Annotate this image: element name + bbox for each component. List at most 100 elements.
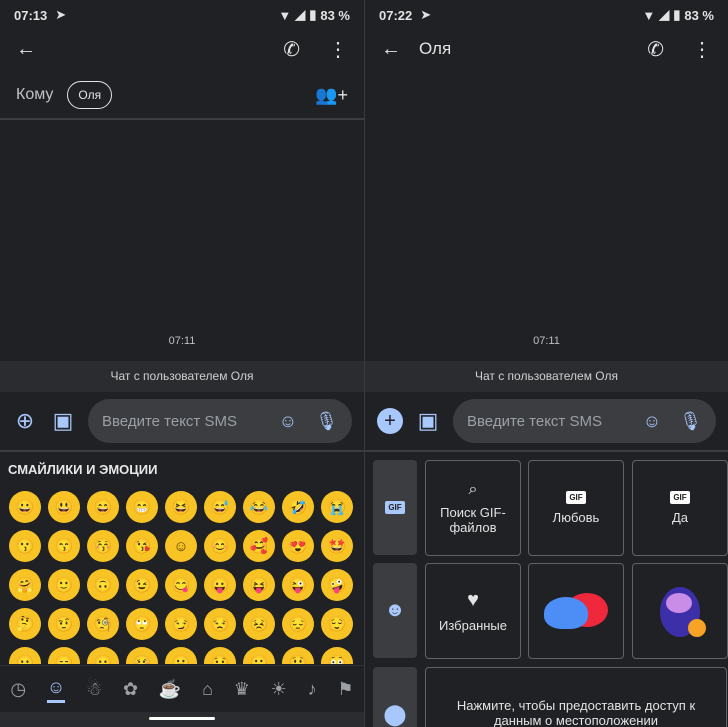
smiley-icon[interactable]: ☺ <box>46 677 66 703</box>
travel-icon[interactable]: ⌂ <box>202 679 213 700</box>
person-icon[interactable]: ☃ <box>86 679 102 700</box>
emoji-key[interactable]: 😚 <box>87 530 119 562</box>
sticker-tab[interactable]: ☻ <box>373 563 417 658</box>
emoji-key[interactable]: 🙄 <box>126 608 158 640</box>
heart-icon: ♥ <box>467 589 479 611</box>
blue-creature-sticker <box>544 593 608 629</box>
gallery-icon[interactable]: ▣ <box>415 408 441 434</box>
gif-icon: GIF <box>670 491 690 504</box>
phone-icon[interactable]: ✆ <box>283 37 300 62</box>
emoji-key[interactable]: 😳 <box>321 647 353 664</box>
emoji-key[interactable]: 🤪 <box>321 569 353 601</box>
sticker-tile[interactable] <box>528 563 624 659</box>
emoji-key[interactable]: 😜 <box>282 569 314 601</box>
location-permission-tile[interactable]: Нажмите, чтобы предоставить доступ к дан… <box>425 667 727 727</box>
recipient-chip[interactable]: Оля <box>67 81 113 109</box>
back-arrow-icon[interactable]: ← <box>16 38 36 61</box>
emoji-key[interactable]: 😗 <box>9 530 41 562</box>
gif-search-label: Поиск GIF-файлов <box>440 505 506 535</box>
gif-love-tile[interactable]: GIF Любовь <box>528 460 624 556</box>
emoji-grid: 😀 😃 😄 😁 😆 😅 😂 🤣 😭 😗 😙 😚 😘 ☺ 😊 🥰 😍 🤩 🤗 🙂 🙃 😉 😋 😛 😝 😜 🤪 🤔 🤨 🧐 🙄 😏 😒 😣 😔 😌 😐 😑 😶 🥴… <box>6 488 357 664</box>
emoji-key[interactable]: 😁 <box>126 491 158 523</box>
emoji-key[interactable]: 😌 <box>321 608 353 640</box>
phone-icon[interactable]: ✆ <box>647 37 664 62</box>
back-arrow-icon[interactable]: ← <box>381 38 401 61</box>
gif-yes-tile[interactable]: GIF Да <box>632 460 728 556</box>
emoji-key[interactable]: 😋 <box>165 569 197 601</box>
emoji-key[interactable]: 😛 <box>204 569 236 601</box>
add-person-icon[interactable]: 👥+ <box>315 85 348 106</box>
more-options-icon[interactable]: ⋮ <box>328 37 348 62</box>
emoji-key[interactable]: 😀 <box>9 491 41 523</box>
gif-search-tile[interactable]: ⌕ Поиск GIF-файлов <box>425 460 521 556</box>
bulb-icon[interactable]: ☀ <box>271 679 287 700</box>
signal-icon: ◢ <box>295 7 306 22</box>
emoji-key[interactable]: 😊 <box>204 530 236 562</box>
location-tab[interactable]: ⬤ <box>373 667 417 727</box>
sticker-icon: ☻ <box>384 599 406 621</box>
emoji-category-bar: ◷ ☺ ☃ ✿ ☕ ⌂ ♛ ☀ ♪ ⚑ <box>0 665 364 713</box>
gif-tab[interactable]: GIF <box>373 460 417 555</box>
microphone-icon[interactable]: 🎙 <box>679 411 702 432</box>
emoji-key[interactable]: 😒 <box>204 608 236 640</box>
emoji-key[interactable]: 🤩 <box>321 530 353 562</box>
recipient-row[interactable]: Кому Оля 👥+ <box>0 72 364 120</box>
emoji-key[interactable]: 😯 <box>204 647 236 664</box>
emoji-icon[interactable]: ☺ <box>643 411 661 432</box>
chat-info-band: Чат с пользователем Оля <box>365 361 728 392</box>
emoji-key[interactable]: 😄 <box>87 491 119 523</box>
more-options-icon[interactable]: ⋮ <box>692 37 712 62</box>
emoji-key[interactable]: 😣 <box>243 608 275 640</box>
emoji-key[interactable]: 🤣 <box>282 491 314 523</box>
trophy-icon[interactable]: ♛ <box>234 679 250 700</box>
add-circle-icon[interactable]: + <box>377 408 403 434</box>
sms-input[interactable]: Введите текст SMS ☺ 🎙 <box>453 399 716 443</box>
sticker-tile[interactable] <box>632 563 728 659</box>
emoji-key[interactable]: 🥴 <box>126 647 158 664</box>
emoji-key[interactable]: 🤗 <box>9 569 41 601</box>
emoji-key[interactable]: 😏 <box>165 608 197 640</box>
emoji-key[interactable]: 😘 <box>126 530 158 562</box>
emoji-key[interactable]: 😙 <box>48 530 80 562</box>
emoji-key[interactable]: 😑 <box>48 647 80 664</box>
emoji-key[interactable]: 🧐 <box>87 608 119 640</box>
animals-icon[interactable]: ✿ <box>123 679 138 700</box>
emoji-key[interactable]: 😬 <box>165 647 197 664</box>
symbols-icon[interactable]: ♪ <box>308 679 317 700</box>
emoji-category-header: СМАЙЛИКИ И ЭМОЦИИ <box>8 462 158 477</box>
emoji-key[interactable]: 🙂 <box>48 569 80 601</box>
favorites-tile[interactable]: ♥ Избранные <box>425 563 521 659</box>
emoji-key[interactable]: 🤔 <box>9 608 41 640</box>
microphone-icon[interactable]: 🎙 <box>315 411 338 432</box>
flag-icon[interactable]: ⚑ <box>337 679 353 700</box>
sms-input[interactable]: Введите текст SMS ☺ 🎙 <box>88 399 352 443</box>
clock-icon[interactable]: ◷ <box>10 679 26 700</box>
emoji-key[interactable]: 🥰 <box>243 530 275 562</box>
emoji-key[interactable]: 🙃 <box>87 569 119 601</box>
emoji-key[interactable]: 😉 <box>126 569 158 601</box>
location-pin-icon: ⬤ <box>383 704 407 726</box>
emoji-key[interactable]: 😶 <box>87 647 119 664</box>
gif-yes-label: Да <box>671 510 689 525</box>
emoji-key[interactable]: 🤨 <box>48 608 80 640</box>
emoji-key[interactable]: 😆 <box>165 491 197 523</box>
gallery-icon[interactable]: ▣ <box>50 408 76 434</box>
emoji-key[interactable]: 😔 <box>282 608 314 640</box>
emoji-key[interactable]: 😲 <box>282 647 314 664</box>
emoji-key[interactable]: 😍 <box>282 530 314 562</box>
emoji-key[interactable]: 😝 <box>243 569 275 601</box>
battery-level: 83 % <box>320 7 350 23</box>
add-circle-icon[interactable]: ⊕ <box>12 408 38 434</box>
food-icon[interactable]: ☕ <box>159 679 181 700</box>
emoji-key[interactable]: 😮 <box>243 647 275 664</box>
emoji-key[interactable]: 😅 <box>204 491 236 523</box>
status-time: 07:13 <box>14 7 48 23</box>
party-monster-sticker <box>652 579 708 643</box>
emoji-key[interactable]: ☺ <box>165 530 197 562</box>
home-handle[interactable] <box>149 717 215 720</box>
emoji-key[interactable]: 😂 <box>243 491 275 523</box>
emoji-key[interactable]: 😐 <box>9 647 41 664</box>
emoji-key[interactable]: 😃 <box>48 491 80 523</box>
emoji-key[interactable]: 😭 <box>321 491 353 523</box>
emoji-icon[interactable]: ☺ <box>279 411 297 432</box>
